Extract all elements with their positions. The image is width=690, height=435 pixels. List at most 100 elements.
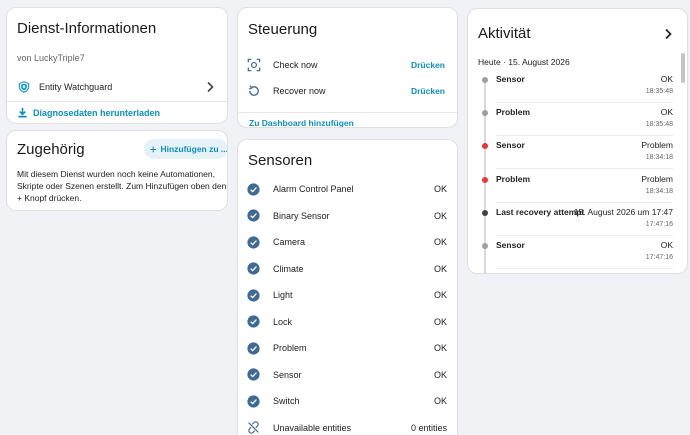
sensor-value: OK (433, 210, 447, 221)
check-circle-icon (247, 235, 260, 249)
sensor-label: Climate (273, 263, 304, 274)
sensors-title: Sensoren (248, 152, 313, 169)
activity-card: Aktivität Heute · 15. August 2026 Sensor… (467, 8, 688, 274)
activity-entity: Problem (496, 173, 531, 184)
activity-title: Aktivität (478, 25, 531, 42)
activity-time: 18:34:18 (645, 187, 673, 195)
activity-item[interactable]: Sensor Problem 18:34:18 (468, 139, 673, 172)
sensor-row[interactable]: Light OK (238, 285, 457, 305)
activity-item[interactable]: Last recovery attempt 15. August 2026 um … (468, 206, 673, 239)
sensor-label: Lock (273, 316, 293, 327)
chevron-right-icon (205, 81, 215, 93)
sensor-label: Unavailable entities (273, 422, 352, 433)
status-dot-icon (482, 110, 488, 117)
activity-item[interactable]: Sensor OK 18:35:48 (468, 73, 673, 106)
sensor-value: OK (433, 316, 447, 327)
activity-item[interactable]: Problem OK 18:35:48 (468, 106, 673, 139)
activity-state: Problem (641, 173, 673, 184)
activity-time: 18:35:48 (645, 88, 673, 95)
download-diagnostics-label: Diagnosedaten herunterladen (33, 107, 161, 118)
sensor-row[interactable]: Problem OK (238, 338, 457, 358)
activity-entity: Problem (496, 107, 531, 118)
service-info-title: Dienst-Informationen (17, 20, 157, 37)
sensor-row[interactable]: Lock OK (238, 312, 457, 332)
service-info-card: Dienst-Informationen von LuckyTriple7 En… (6, 7, 228, 124)
activity-time: 18:35:48 (645, 121, 673, 129)
download-icon (18, 107, 27, 118)
activity-item[interactable]: Sensor OK 17:47:16 (468, 239, 673, 272)
activity-time: 17:47:16 (645, 220, 673, 228)
sensor-label: Binary Sensor (273, 210, 330, 221)
sensor-value: OK (433, 290, 447, 300)
status-dot-icon (482, 143, 488, 150)
check-circle-icon (247, 182, 260, 196)
check-circle-icon (247, 394, 260, 408)
sensor-value: OK (433, 263, 447, 274)
control-row-recover-now: Recover now Drücken (238, 81, 457, 101)
sensor-row[interactable]: Binary Sensor OK (238, 206, 457, 226)
sensor-value: OK (433, 369, 447, 380)
sensor-label: Sensor (273, 369, 302, 380)
related-title: Zugehörig (17, 141, 85, 158)
sensor-label: Light (273, 290, 293, 300)
sensor-row[interactable]: Switch OK (238, 391, 457, 411)
sensor-value: OK (433, 343, 447, 353)
control-row-check-now: Check now Drücken (238, 55, 457, 75)
sensor-row[interactable]: Alarm Control Panel OK (238, 179, 457, 199)
related-card: Zugehörig Hinzufügen zu ... Mit diesem D… (6, 130, 228, 211)
sensor-row[interactable]: Camera OK (238, 232, 457, 252)
status-dot-icon (482, 77, 488, 83)
download-diagnostics-link[interactable]: Diagnosedaten herunterladen (17, 107, 160, 118)
activity-state: Problem (641, 140, 673, 151)
check-circle-icon (247, 262, 260, 275)
press-button[interactable]: Drücken (411, 60, 445, 70)
add-to-dashboard-button[interactable]: Zu Dashboard hinzufügen (249, 118, 354, 127)
activity-state: OK (660, 240, 673, 250)
scrollbar[interactable] (681, 53, 685, 83)
divider (496, 102, 673, 103)
sensor-label: Camera (273, 237, 306, 247)
control-label: Check now (273, 60, 318, 70)
sensor-row[interactable]: Unavailable entities 0 entities (238, 418, 457, 435)
shield-icon (17, 80, 31, 94)
sensor-label: Alarm Control Panel (273, 184, 354, 194)
divider (496, 201, 673, 203)
related-empty-text: Mit diesem Dienst wurden noch keine Auto… (17, 169, 227, 203)
sensor-value: OK (433, 396, 447, 406)
activity-date: Heute · 15. August 2026 (478, 57, 570, 67)
status-dot-icon (482, 243, 488, 249)
sensor-row[interactable]: Climate OK (238, 259, 457, 279)
restore-icon (247, 84, 261, 98)
check-circle-icon (247, 368, 260, 381)
sensors-card: Sensoren Alarm Control Panel OK Binary Sen… (237, 139, 458, 435)
entity-watchguard-row[interactable]: Entity Watchguard (7, 74, 227, 100)
sensor-label: Switch (273, 396, 300, 406)
divider (496, 234, 673, 236)
plus-icon (150, 146, 157, 152)
activity-entity: Last recovery attempt (496, 206, 585, 217)
activity-entity: Sensor (496, 74, 525, 84)
divider (496, 135, 673, 137)
check-circle-icon (247, 288, 260, 302)
controls-title: Steuerung (248, 21, 318, 38)
add-to-button[interactable]: Hinzufügen zu ... (144, 139, 227, 159)
activity-state: 15. August 2026 um 17:47 (573, 206, 673, 217)
sensor-row[interactable]: Sensor OK (238, 365, 457, 385)
status-dot-icon (482, 176, 488, 183)
check-circle-icon (247, 315, 260, 328)
chevron-right-icon[interactable] (663, 28, 673, 40)
activity-entity: Sensor (496, 240, 525, 250)
divider (496, 168, 673, 170)
divider (238, 112, 457, 113)
link-off-icon (247, 421, 260, 434)
controls-card: Steuerung Check now Drücken Recover now … (237, 7, 458, 128)
control-label: Recover now (273, 86, 326, 96)
activity-state: OK (660, 74, 673, 84)
press-button[interactable]: Drücken (411, 86, 445, 96)
activity-time: 17:47:16 (645, 254, 673, 261)
sensor-value: OK (433, 237, 447, 247)
activity-item[interactable]: Problem Problem 18:34:18 (468, 173, 673, 206)
divider (7, 101, 227, 102)
activity-entity: Sensor (496, 140, 525, 151)
check-circle-icon (247, 209, 260, 222)
